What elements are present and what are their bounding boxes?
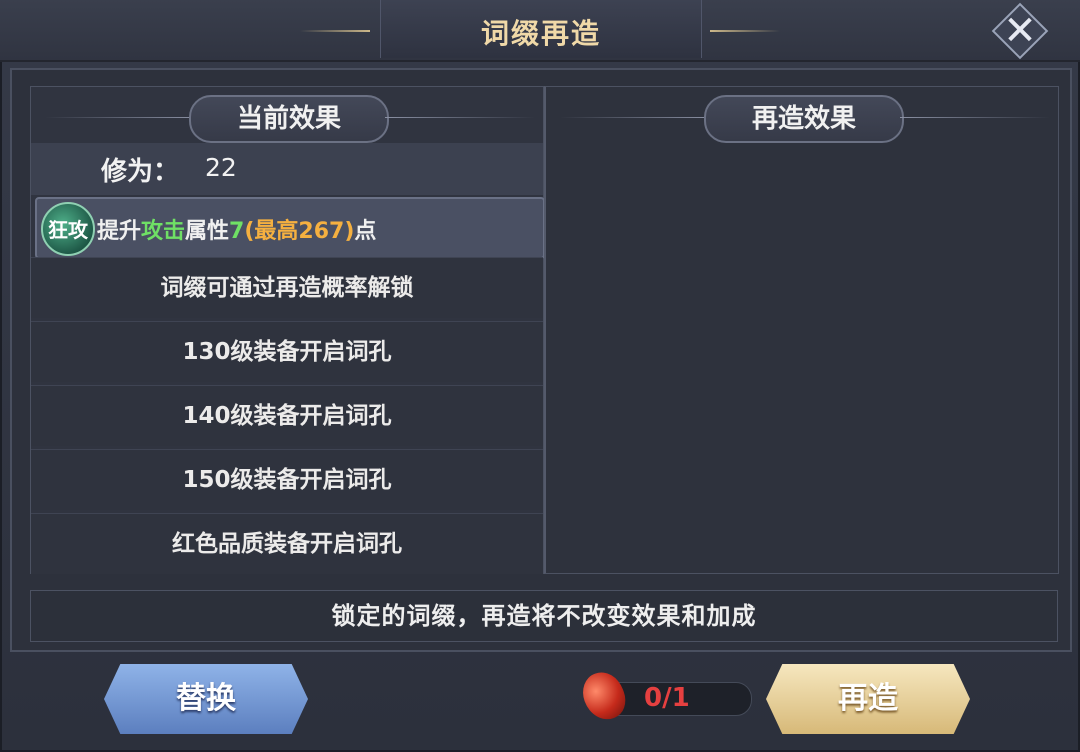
slot-row: 红色品质装备开启词孔 (31, 513, 543, 574)
reforge-button[interactable]: 再造 (766, 664, 970, 734)
affix-max: (最高267) (244, 219, 355, 244)
dialog-title: 词缀再造 (480, 17, 601, 50)
title-bar: 词缀再造 ✕ (0, 0, 1080, 62)
slot-row: 130级装备开启词孔 (31, 321, 543, 382)
affix-badge-text: 狂攻 (48, 218, 88, 242)
header-line-left (45, 117, 195, 118)
slot-row: 140级装备开启词孔 (31, 385, 543, 446)
title-ornament-left (300, 30, 370, 32)
close-icon: ✕ (1003, 8, 1037, 54)
reforge-cost: 0/1 (576, 666, 752, 726)
header-line-left (560, 117, 710, 118)
cultivation-value: 22 (205, 153, 237, 182)
current-effect-header: 当前效果 (189, 95, 389, 143)
affix-suffix: 属性 (185, 219, 230, 244)
close-button[interactable]: ✕ (991, 2, 1049, 60)
affix-prefix: 提升 (97, 219, 142, 244)
slot-row: 150级装备开启词孔 (31, 449, 543, 510)
title-ornament-right (710, 30, 780, 32)
affix-description: 提升攻击属性7(最高267)点 (97, 213, 376, 245)
slot-row: 词缀可通过再造概率解锁 (31, 257, 543, 318)
cost-count: 0/1 (644, 683, 690, 713)
cultivation-row: 修为： 22 (31, 143, 543, 195)
header-line-right (385, 117, 535, 118)
title-plate: 词缀再造 (380, 0, 702, 58)
replace-button[interactable]: 替换 (104, 664, 308, 734)
reforged-effect-panel: 再造效果 (544, 86, 1059, 574)
affix-row-locked[interactable]: 狂攻 提升攻击属性7(最高267)点 (35, 197, 545, 259)
cultivation-label: 修为： (101, 157, 180, 187)
current-effect-panel: 当前效果 修为： 22 狂攻 提升攻击属性7(最高267)点 词缀可通过再造概率… (30, 86, 545, 574)
affix-reforge-dialog: 词缀再造 ✕ 当前效果 修为： 22 狂攻 提升攻击属性7(最高267)点 词缀… (0, 0, 1080, 752)
reforged-effect-header: 再造效果 (704, 95, 904, 143)
red-stone-icon[interactable] (576, 666, 632, 726)
header-line-right (900, 117, 1050, 118)
affix-unit: 点 (354, 219, 377, 244)
affix-attribute: 攻击 (141, 219, 186, 244)
lock-notice: 锁定的词缀，再造将不改变效果和加成 (30, 590, 1058, 642)
affix-value: 7 (229, 219, 245, 244)
affix-badge-icon: 狂攻 (41, 202, 95, 256)
content-frame: 当前效果 修为： 22 狂攻 提升攻击属性7(最高267)点 词缀可通过再造概率… (10, 68, 1072, 652)
